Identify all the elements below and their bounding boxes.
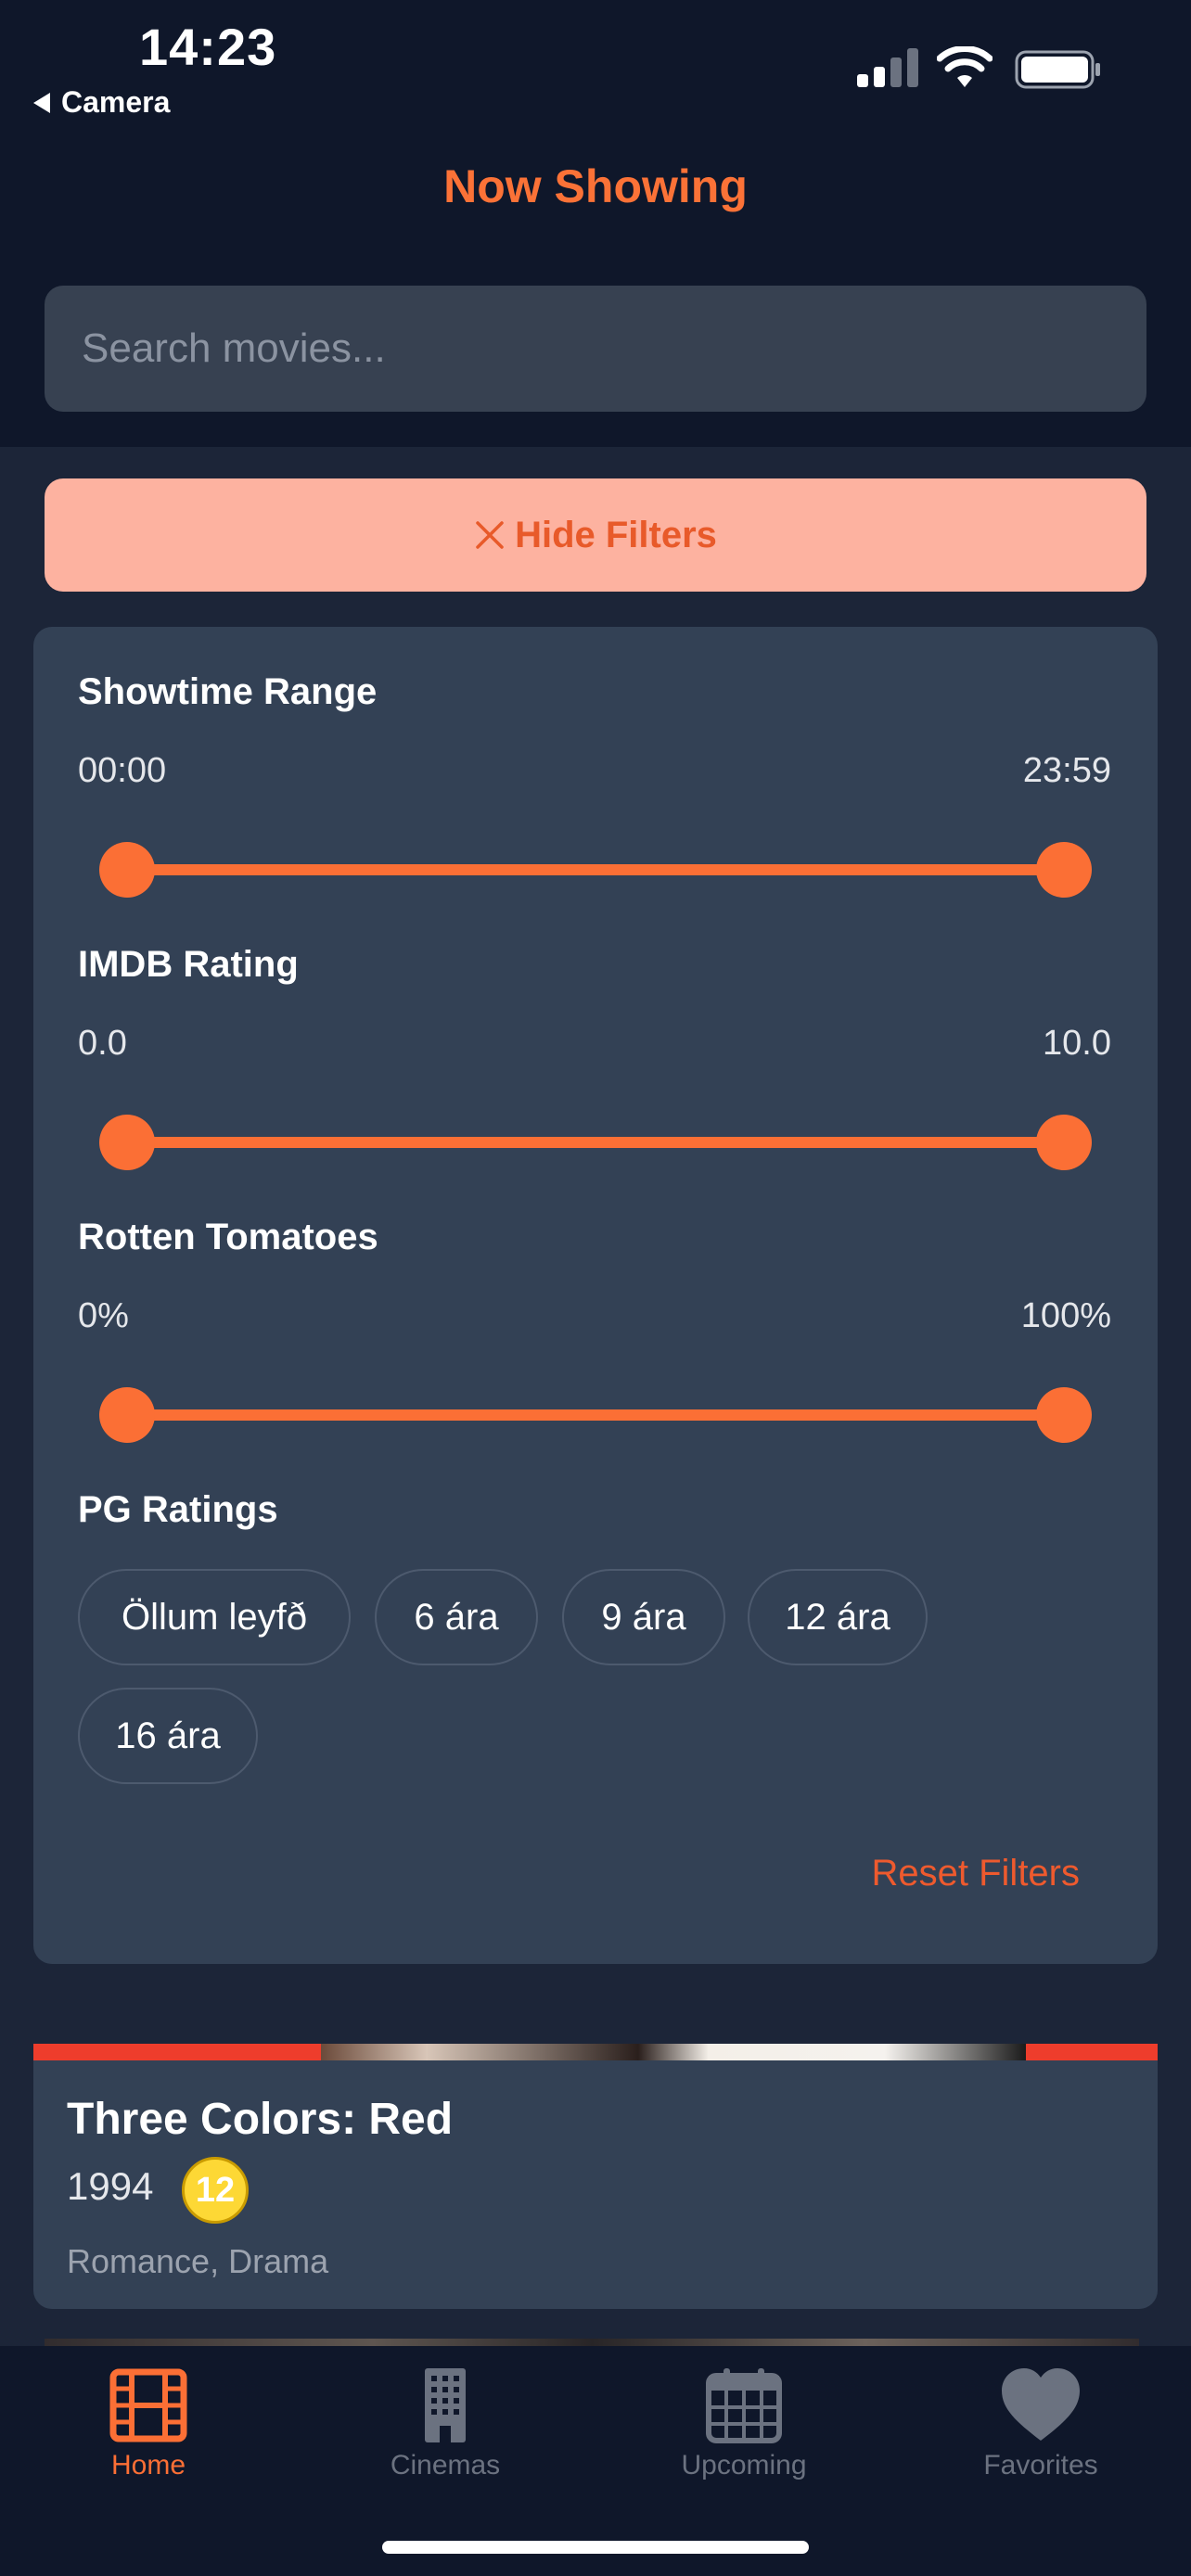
search-input[interactable]: Search movies...: [45, 286, 1146, 412]
calendar-icon: [706, 2368, 782, 2443]
movie-title: Three Colors: Red: [67, 2095, 454, 2144]
rotten-tomatoes-title: Rotten Tomatoes: [78, 1217, 378, 1257]
close-icon: [476, 521, 504, 549]
movie-genres: Romance, Drama: [67, 2242, 329, 2280]
slider-track: [127, 1137, 1064, 1148]
pg-chip-16[interactable]: 16 ára: [78, 1688, 258, 1784]
tab-favorites-label: Favorites: [983, 2450, 1098, 2480]
cellular-signal-icon: [857, 48, 918, 87]
showtime-min-handle[interactable]: [99, 842, 155, 898]
movie-card[interactable]: Three Colors: Red 1994 12 Romance, Drama: [33, 2044, 1158, 2309]
age-rating-badge: 12: [182, 2157, 249, 2224]
showtime-max-value: 23:59: [1022, 751, 1111, 790]
pg-ratings-title: PG Ratings: [78, 1489, 278, 1530]
tab-cinemas[interactable]: Cinemas: [334, 2366, 557, 2506]
tab-favorites[interactable]: Favorites: [929, 2366, 1152, 2506]
film-icon: [109, 2368, 187, 2442]
hide-filters-label: Hide Filters: [515, 514, 717, 555]
imdb-rating-title: IMDB Rating: [78, 944, 299, 985]
battery-icon: [1015, 50, 1100, 89]
rotten-min-handle[interactable]: [99, 1387, 155, 1443]
slider-track: [127, 864, 1064, 875]
tab-cinemas-label: Cinemas: [390, 2450, 501, 2480]
slider-track: [127, 1409, 1064, 1421]
page-title: Now Showing: [443, 160, 748, 212]
app-header: 14:23 Camera Now Showing Search movies..…: [0, 0, 1191, 447]
pg-chip-12[interactable]: 12 ára: [748, 1569, 928, 1665]
back-arrow-icon: [33, 92, 50, 113]
imdb-rating-slider[interactable]: [99, 1115, 1092, 1170]
next-movie-card-peek: [45, 2339, 1139, 2346]
showtime-min-value: 00:00: [78, 751, 167, 790]
building-icon: [425, 2368, 466, 2442]
imdb-max-value: 10.0: [1043, 1024, 1111, 1063]
wifi-icon: [937, 46, 992, 87]
tab-home[interactable]: Home: [37, 2366, 260, 2506]
movie-poster-strip: [33, 2044, 1158, 2060]
imdb-max-handle[interactable]: [1036, 1115, 1092, 1170]
movie-year: 1994: [67, 2164, 154, 2208]
pg-chip-all[interactable]: Öllum leyfð: [78, 1569, 351, 1665]
hide-filters-button[interactable]: Hide Filters: [45, 478, 1146, 592]
imdb-min-value: 0.0: [78, 1024, 127, 1063]
search-placeholder: Search movies...: [82, 325, 386, 371]
rotten-tomatoes-slider[interactable]: [99, 1387, 1092, 1443]
filter-panel: Showtime Range 00:00 23:59 IMDB Rating 0…: [33, 627, 1158, 1964]
rotten-min-value: 0%: [78, 1296, 129, 1335]
status-time: 14:23: [139, 18, 277, 76]
rotten-max-handle[interactable]: [1036, 1387, 1092, 1443]
movie-poster-image: [321, 2044, 1026, 2060]
home-indicator: [382, 2541, 809, 2554]
rotten-max-value: 100%: [1020, 1296, 1111, 1335]
pg-chip-9[interactable]: 9 ára: [562, 1569, 725, 1665]
tab-upcoming-label: Upcoming: [681, 2450, 807, 2480]
tab-upcoming[interactable]: Upcoming: [633, 2366, 855, 2506]
back-label: Camera: [61, 85, 171, 119]
reset-filters-button[interactable]: Reset Filters: [872, 1853, 1081, 1894]
showtime-range-title: Showtime Range: [78, 671, 378, 712]
showtime-max-handle[interactable]: [1036, 842, 1092, 898]
showtime-range-slider[interactable]: [99, 842, 1092, 898]
imdb-min-handle[interactable]: [99, 1115, 155, 1170]
tab-home-label: Home: [110, 2450, 186, 2480]
heart-icon: [1002, 2368, 1080, 2441]
back-to-camera-link[interactable]: Camera: [33, 85, 170, 120]
pg-chip-6[interactable]: 6 ára: [375, 1569, 538, 1665]
